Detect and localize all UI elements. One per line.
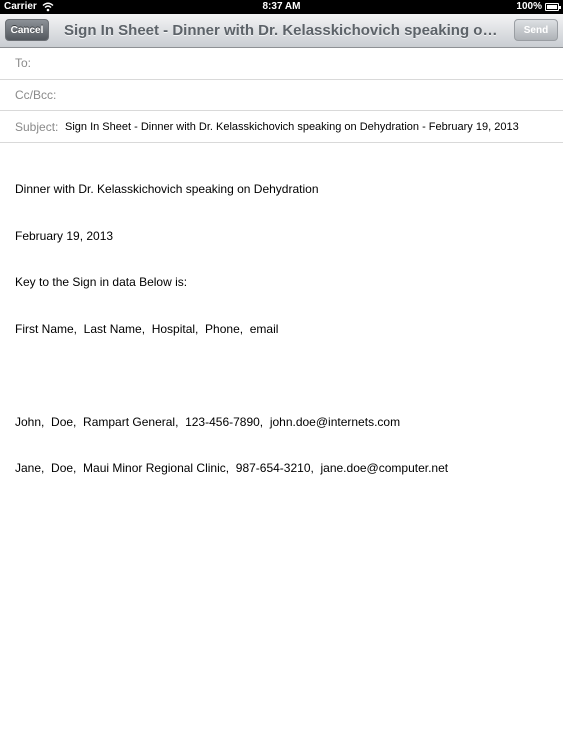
subject-input[interactable]: Sign In Sheet - Dinner with Dr. Kelasski… [65,121,519,133]
body-line: Jane, Doe, Maui Minor Regional Clinic, 9… [15,461,449,475]
cancel-button[interactable]: Cancel [5,19,49,41]
to-label: To: [15,56,32,70]
battery-percent: 100% [516,1,542,12]
battery-group: 100% [516,1,561,12]
to-field[interactable]: To: [0,48,563,80]
body-line: Dinner with Dr. Kelasskichovich speaking… [15,182,319,196]
battery-fill [547,4,557,9]
subject-field[interactable]: Subject: Sign In Sheet - Dinner with Dr.… [0,111,563,143]
clock: 8:37 AM [262,1,301,12]
cc-bcc-label: Cc/Bcc: [15,88,57,102]
body-line: Key to the Sign in data Below is: [15,275,188,289]
subject-label: Subject: [15,120,59,134]
cc-bcc-field[interactable]: Cc/Bcc: [0,80,563,111]
body-line: First Name, Last Name, Hospital, Phone, … [15,321,279,336]
compose-nav-bar: Cancel Sign In Sheet - Dinner with Dr. K… [0,14,563,48]
message-body[interactable]: Dinner with Dr. Kelasskichovich speaking… [15,151,448,492]
body-line [15,368,448,384]
battery-icon [545,2,561,11]
body-line: February 19, 2013 [15,228,114,243]
body-line: John, Doe, Rampart General, 123-456-7890… [15,414,401,429]
send-button[interactable]: Send [514,19,558,41]
compose-title: Sign In Sheet - Dinner with Dr. Kelasski… [64,22,500,39]
status-bar: Carrier 8:37 AM 100% [0,0,563,14]
